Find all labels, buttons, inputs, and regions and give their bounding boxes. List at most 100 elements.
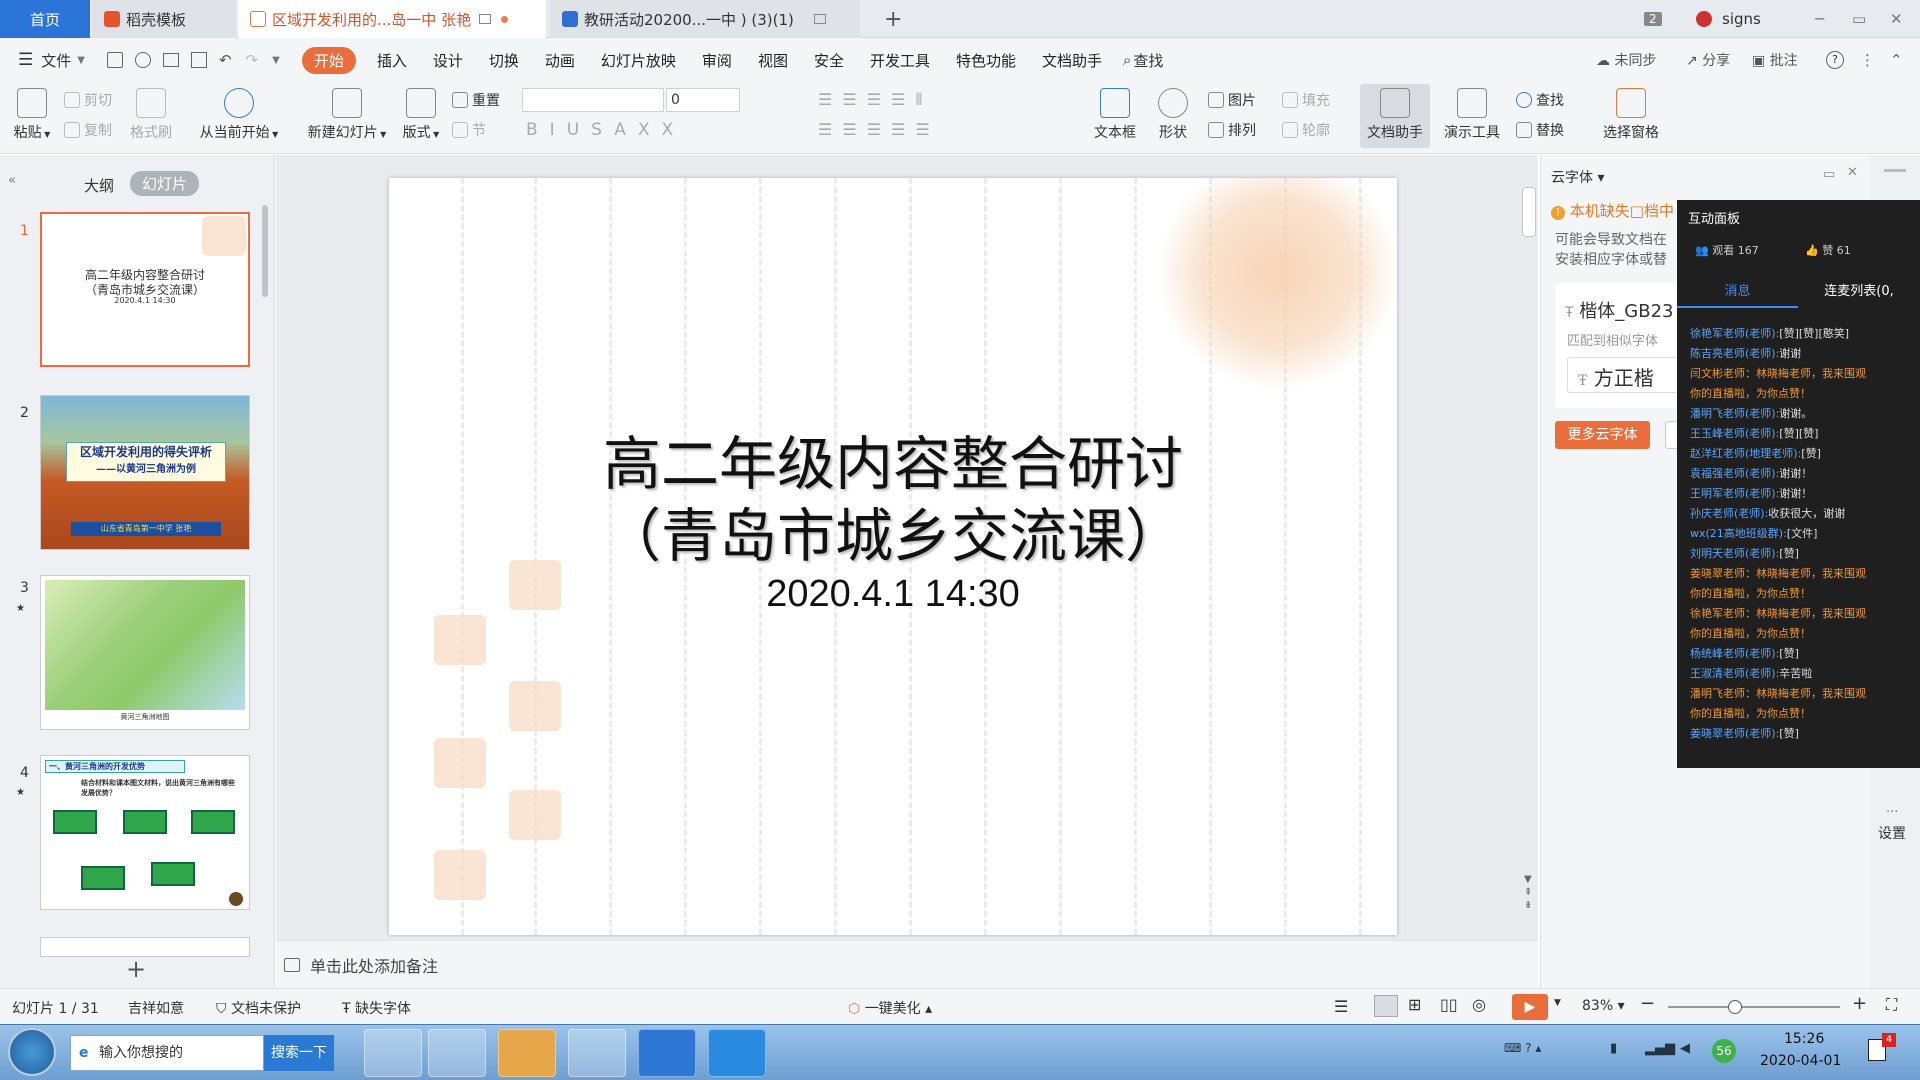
reset-button[interactable]: 重置 xyxy=(452,90,500,110)
paste-button[interactable]: 粘贴 ▼ xyxy=(12,88,52,142)
underline-icon[interactable]: U xyxy=(567,120,591,140)
fit-window-icon[interactable]: ⛶ xyxy=(1886,995,1897,1015)
editor-scrollbar[interactable] xyxy=(1522,187,1536,237)
notes-bar[interactable]: 单击此处添加备注 xyxy=(276,940,1538,988)
cut-button[interactable]: 剪切 xyxy=(64,90,112,110)
presentation-tools-button[interactable]: 演示工具 xyxy=(1436,88,1508,142)
bullets-icon[interactable]: ☰ xyxy=(818,90,842,109)
menu-review[interactable]: 审阅 xyxy=(702,50,732,71)
copy-button[interactable]: 复制 xyxy=(64,120,112,140)
play-options-icon[interactable]: ▼ xyxy=(1554,998,1561,1008)
collapse-ribbon-icon[interactable]: ⌃ xyxy=(1890,51,1903,69)
export-icon[interactable] xyxy=(134,52,151,68)
user-account[interactable]: signs xyxy=(1696,0,1761,38)
indent-icon[interactable]: ☰ xyxy=(891,90,915,109)
video-app-icon[interactable] xyxy=(428,1029,486,1077)
help-icon[interactable]: ? xyxy=(1826,51,1844,69)
network-icon[interactable]: ▮ xyxy=(1610,1041,1617,1056)
close-panel-icon[interactable]: ✕ xyxy=(1847,165,1858,180)
font-name-select[interactable] xyxy=(522,88,664,112)
menu-developer[interactable]: 开发工具 xyxy=(870,50,930,71)
arrange-button[interactable]: 排列 xyxy=(1208,120,1256,140)
tray-badge[interactable]: 56 xyxy=(1712,1039,1736,1063)
numbering-icon[interactable]: ☰ xyxy=(842,90,866,109)
add-slide-button[interactable]: + xyxy=(126,955,146,983)
align-right-icon[interactable]: ☰ xyxy=(867,120,891,139)
menu-security[interactable]: 安全 xyxy=(814,50,844,71)
tab-messages[interactable]: 消息 xyxy=(1677,280,1798,308)
feishu-app-icon[interactable] xyxy=(498,1029,556,1077)
font-size-select[interactable]: 0 xyxy=(666,88,740,112)
zoom-out-button[interactable]: − xyxy=(1640,993,1655,1014)
theme-name[interactable]: 吉祥如意 xyxy=(128,998,184,1018)
zoom-slider[interactable] xyxy=(1668,1006,1840,1008)
font-color-icon[interactable]: A xyxy=(614,120,638,140)
undo-icon[interactable]: ↶ xyxy=(219,51,232,69)
panel-title[interactable]: 云字体 ▾ xyxy=(1551,167,1604,187)
outdent-icon[interactable]: ☰ xyxy=(867,90,891,109)
zoom-in-button[interactable]: + xyxy=(1852,993,1867,1014)
window-count-badge[interactable]: 2 xyxy=(1644,0,1662,38)
slide-title[interactable]: 高二年级内容整合研讨 （青岛市城乡交流课） xyxy=(389,428,1397,572)
play-from-current-button[interactable]: 从当前开始 ▼ xyxy=(194,88,284,142)
italic-icon[interactable]: I xyxy=(550,120,567,140)
slide-thumbnail-2[interactable]: 区域开发利用的得失评析 ——以黄河三角洲为例 山东省青岛第一中学 张艳 xyxy=(40,395,250,550)
collapse-panel-icon[interactable]: « xyxy=(8,173,16,188)
live-app-icon[interactable] xyxy=(708,1029,766,1077)
align-left-icon[interactable]: ☰ xyxy=(818,120,842,139)
selection-pane-button[interactable]: 选择窗格 xyxy=(1598,88,1664,142)
justify-icon[interactable]: ☰ xyxy=(891,120,915,139)
more-dots-icon[interactable]: ··· xyxy=(1886,805,1898,820)
new-tab-button[interactable]: + xyxy=(872,0,902,38)
start-button[interactable] xyxy=(8,1028,56,1076)
fill-button[interactable]: 填充 xyxy=(1282,90,1330,110)
superscript-icon[interactable]: X xyxy=(638,120,662,140)
slide-thumbnail-4[interactable]: 一、黄河三角洲的开发优势 结合材料和课本图文材料，说出黄河三角洲有哪些发展优势？ xyxy=(40,755,250,910)
menu-transitions[interactable]: 切换 xyxy=(489,50,519,71)
slides-tab[interactable]: 幻灯片 xyxy=(130,171,200,196)
quick-access-dropdown-icon[interactable]: ▼ xyxy=(272,55,280,66)
menu-search[interactable]: 查找 xyxy=(1133,50,1163,71)
tab-templates[interactable]: 稻壳模板 xyxy=(92,0,236,38)
maximize-button[interactable]: ▭ xyxy=(1852,0,1866,38)
wps-app-icon[interactable] xyxy=(638,1029,696,1077)
save-icon[interactable] xyxy=(106,52,123,68)
hamburger-icon[interactable]: ☰ xyxy=(18,50,33,70)
slide-sorter-icon[interactable]: ⊞ xyxy=(1408,995,1421,1014)
file-explorer-icon[interactable] xyxy=(568,1029,626,1077)
tray-icons[interactable]: ⌨ ? ▴ xyxy=(1504,1041,1541,1055)
outline-button[interactable]: 轮廓 xyxy=(1282,120,1330,140)
zoom-level[interactable]: 83% ▾ xyxy=(1582,998,1625,1014)
notes-toggle-icon[interactable]: ☰ xyxy=(1334,997,1348,1016)
menu-animations[interactable]: 动画 xyxy=(545,50,575,71)
replace-button[interactable]: 替换 xyxy=(1516,120,1564,140)
menu-home[interactable]: 开始 xyxy=(301,46,356,74)
picture-button[interactable]: 图片 xyxy=(1208,90,1256,110)
clock-time[interactable]: 15:26 xyxy=(1784,1031,1824,1047)
redo-icon[interactable]: ↷ xyxy=(246,51,259,69)
minimize-button[interactable]: ─ xyxy=(1815,0,1824,38)
presenter-view-icon[interactable]: ◎ xyxy=(1472,995,1486,1014)
textbox-button[interactable]: 文本框 xyxy=(1090,88,1140,142)
taskbar-search-box[interactable]: e 输入你想搜的 xyxy=(70,1035,264,1071)
menu-file[interactable]: 文件 xyxy=(41,50,71,71)
play-slideshow-button[interactable]: ▶ xyxy=(1512,994,1548,1020)
close-window-button[interactable]: ✕ xyxy=(1890,0,1903,38)
menu-view[interactable]: 视图 xyxy=(758,50,788,71)
normal-view-icon[interactable] xyxy=(1374,995,1398,1017)
menu-doc-assistant[interactable]: 文档助手 xyxy=(1042,50,1102,71)
outline-tab[interactable]: 大纲 xyxy=(84,175,114,196)
menu-design[interactable]: 设计 xyxy=(433,50,463,71)
find-button[interactable]: 查找 xyxy=(1516,90,1564,110)
panel-scrollbar[interactable] xyxy=(262,205,268,297)
strikethrough-icon[interactable]: S xyxy=(591,120,614,140)
align-center-icon[interactable]: ☰ xyxy=(842,120,866,139)
missing-font-status[interactable]: Ŧ 缺失字体 xyxy=(342,998,411,1018)
slide-date[interactable]: 2020.4.1 14:30 xyxy=(389,573,1397,616)
protection-status[interactable]: ⛉ 文档未保护 xyxy=(216,998,301,1018)
menu-insert[interactable]: 插入 xyxy=(377,50,407,71)
tab-document-2[interactable]: 教研活动20200...一中 ) (3)(1) xyxy=(550,0,860,38)
tab-mic-list[interactable]: 连麦列表(0, xyxy=(1798,280,1920,308)
distribute-icon[interactable]: ☰ xyxy=(915,120,939,139)
clock-date[interactable]: 2020-04-01 xyxy=(1760,1053,1841,1069)
